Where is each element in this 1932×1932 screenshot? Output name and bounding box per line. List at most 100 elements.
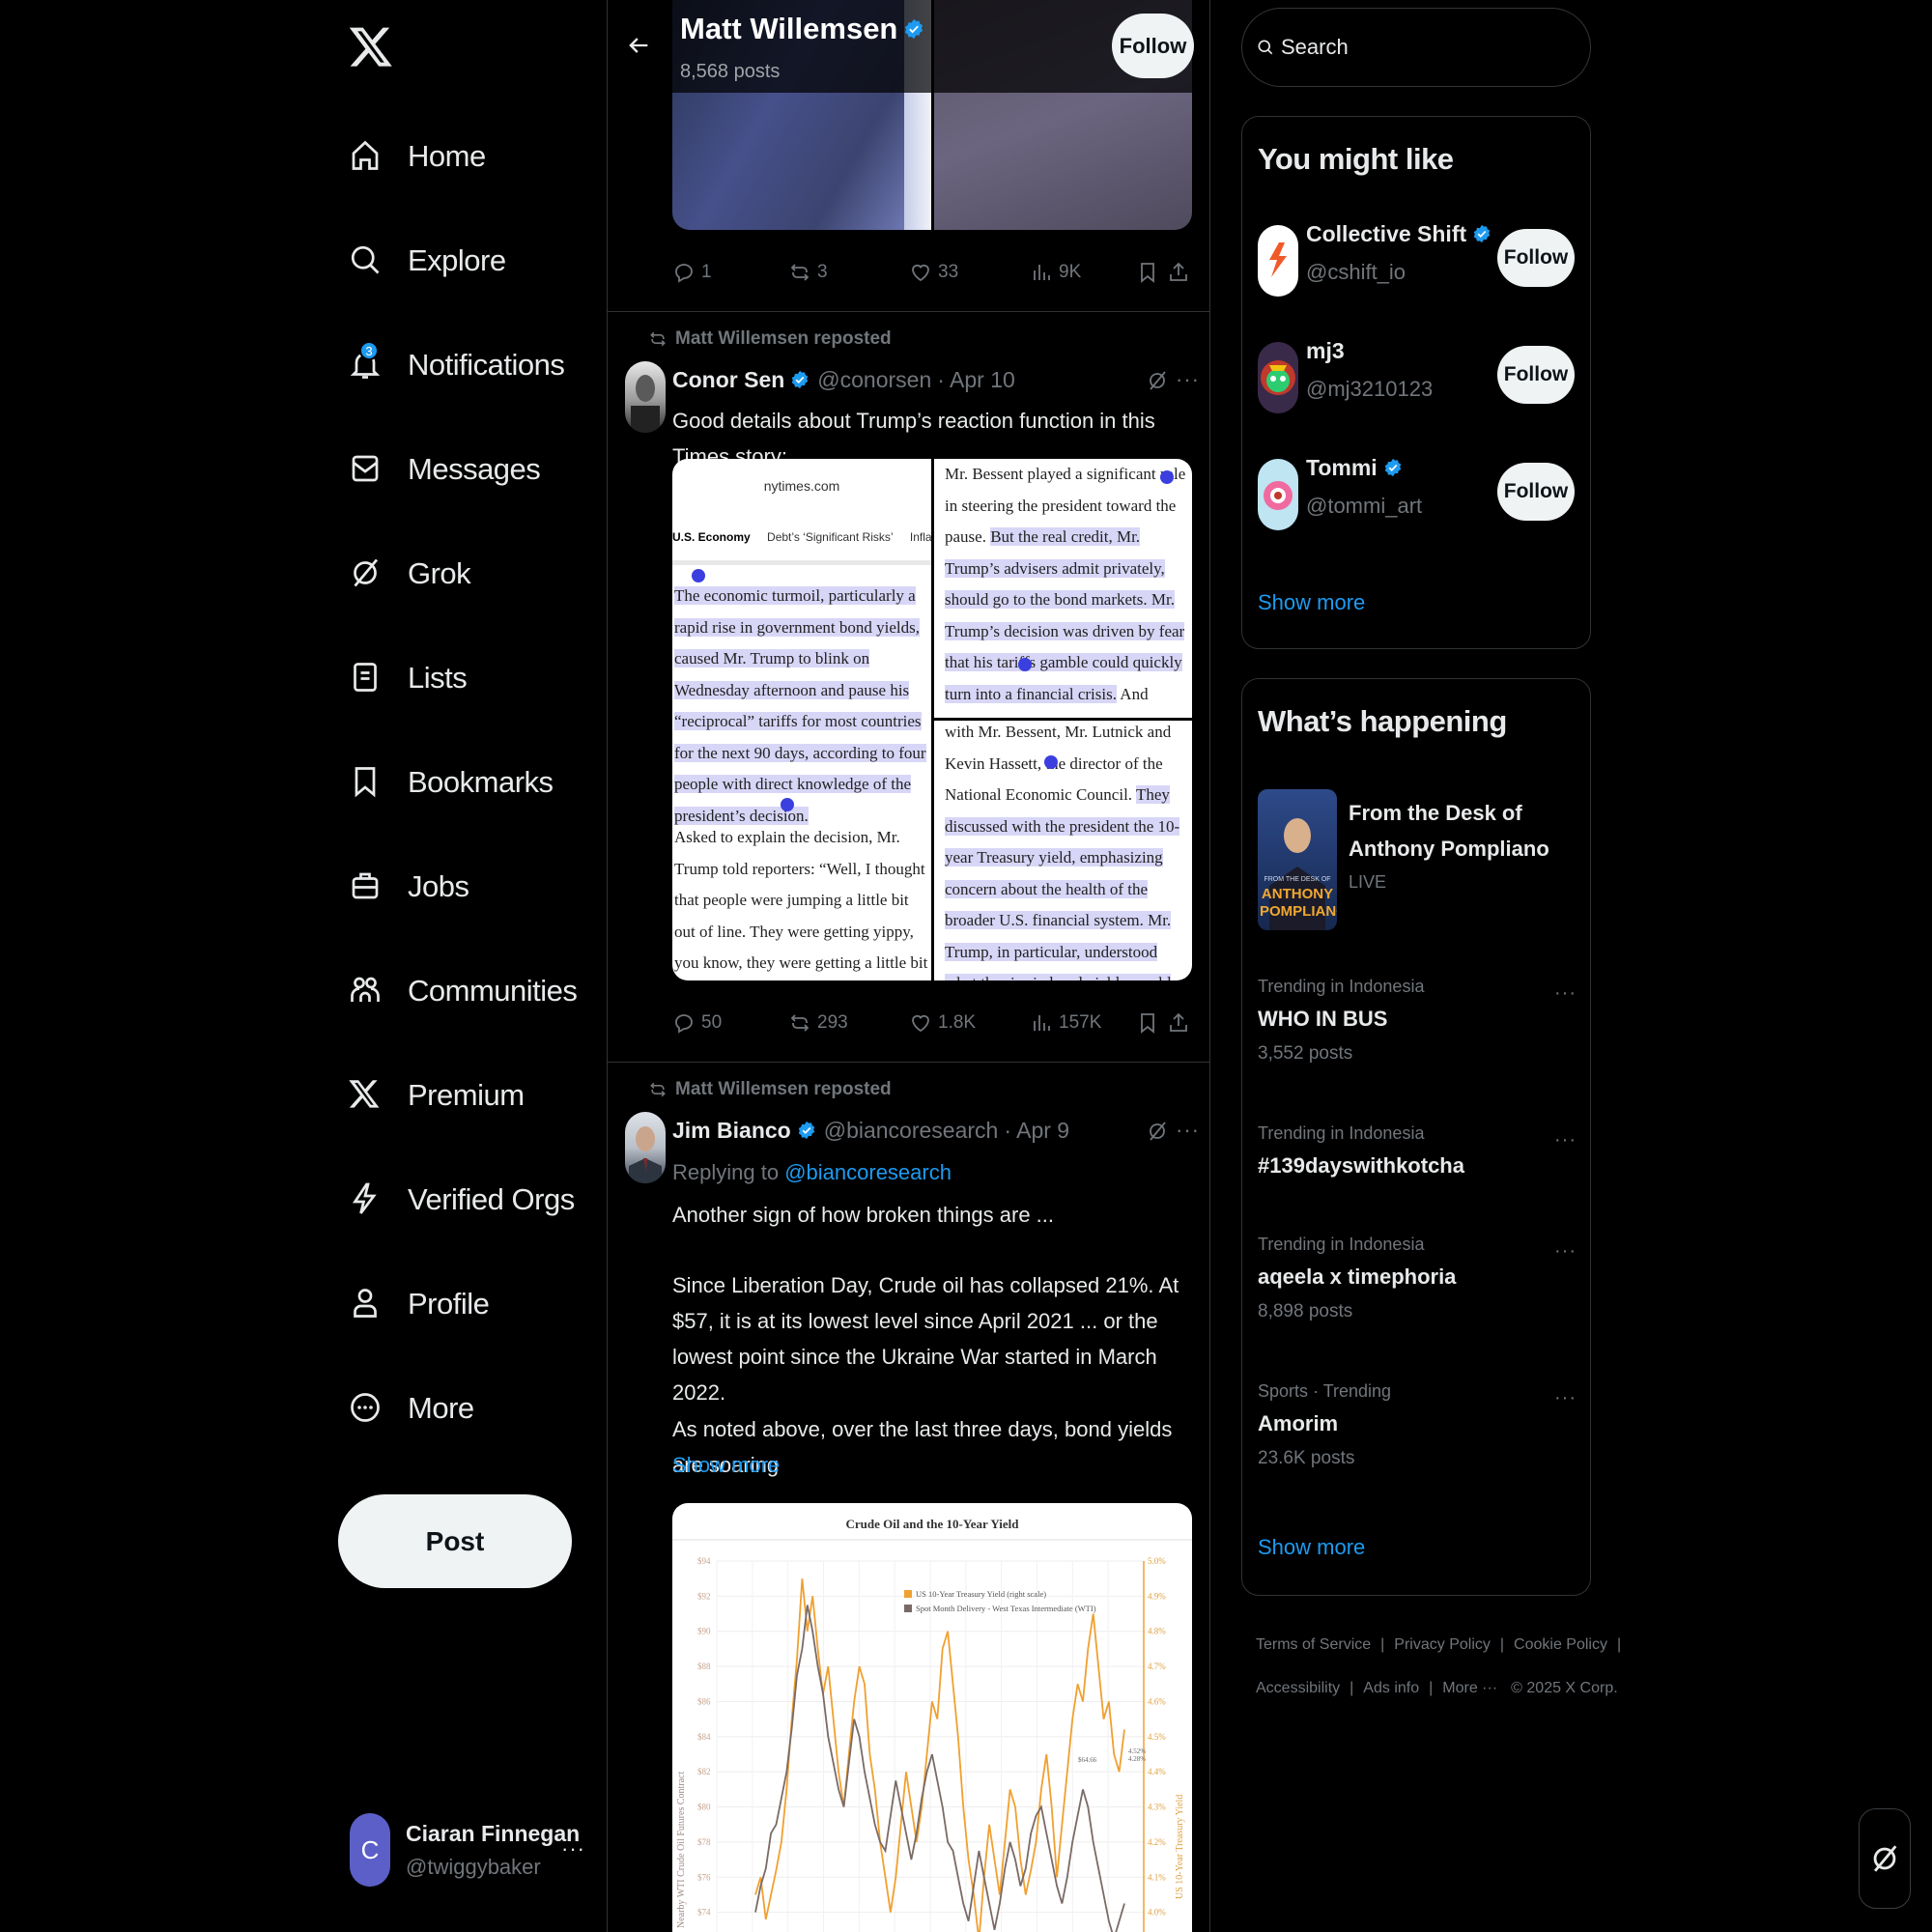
like-button[interactable]: 33: [909, 261, 958, 284]
footer-links: Accessibility | Ads info | More ··· © 2025 X …: [1256, 1680, 1618, 1697]
legend-label: US 10-Year Treasury Yield (right scale): [916, 1589, 1046, 1599]
panel-title: You might like: [1258, 142, 1454, 176]
live-event[interactable]: FROM THE DESK OF ANTHONY POMPLIANO From …: [1258, 789, 1577, 932]
bookmark-button[interactable]: [1136, 261, 1165, 284]
author-name[interactable]: Jim Bianco: [672, 1118, 791, 1144]
nav-lists[interactable]: Lists: [338, 644, 609, 712]
nav-jobs[interactable]: Jobs: [338, 853, 609, 921]
nav-home[interactable]: Home: [338, 123, 609, 190]
back-arrow-icon[interactable]: [625, 32, 654, 61]
avatar[interactable]: [625, 1112, 666, 1183]
more-dots-icon[interactable]: ···: [1554, 1387, 1577, 1409]
chart-annotations: 4.52% $64.66 4.28%: [1078, 1747, 1146, 1764]
tweet-date[interactable]: · Apr 10: [937, 367, 1015, 393]
nav-explore[interactable]: Explore: [338, 227, 609, 295]
author-handle[interactable]: @biancoresearch: [824, 1118, 999, 1144]
footer-link[interactable]: More ···: [1442, 1680, 1497, 1696]
nav-label: Explore: [408, 243, 506, 277]
trend-item[interactable]: Trending in Indonesia WHO IN BUS 3,552 p…: [1258, 977, 1577, 1065]
account-switcher[interactable]: C Ciaran Finnegan @twiggybaker ···: [350, 1813, 591, 1887]
suggested-user[interactable]: Collective Shift @cshift_io Follow: [1258, 221, 1577, 298]
nav-grok[interactable]: Grok: [338, 540, 609, 608]
live-thumbnail: FROM THE DESK OF ANTHONY POMPLIANO: [1258, 789, 1337, 930]
follow-button[interactable]: Follow: [1112, 14, 1194, 78]
article-tab-underline: [672, 560, 931, 565]
more-dots-icon[interactable]: ···: [1554, 982, 1577, 1005]
show-more-link[interactable]: Show more: [1258, 590, 1365, 615]
share-button[interactable]: [1167, 1011, 1196, 1035]
live-thumbnail-caption: FROM THE DESK OF: [1264, 876, 1331, 883]
footer-link[interactable]: Accessibility: [1256, 1680, 1340, 1696]
nav-premium[interactable]: Premium: [338, 1062, 609, 1129]
repost-indicator[interactable]: Matt Willemsen reposted: [648, 328, 892, 350]
reply-count: 1: [701, 262, 712, 282]
user-name-text: Tommi: [1306, 455, 1378, 480]
show-more-link[interactable]: Show more: [672, 1447, 1199, 1483]
tweet-text: Since Liberation Day, Crude oil has coll…: [672, 1273, 1179, 1405]
nav-more[interactable]: More: [338, 1375, 609, 1442]
nav-communities[interactable]: Communities: [338, 957, 609, 1025]
nav-verified-orgs[interactable]: Verified Orgs: [338, 1166, 609, 1234]
tweet-image[interactable]: nytimes.com U.S. Economy Debt’s ‘Signifi…: [672, 459, 1192, 980]
share-button[interactable]: [1167, 261, 1196, 284]
post-count: 8,568 posts: [680, 61, 781, 82]
avatar[interactable]: [625, 361, 666, 433]
footer-link[interactable]: Ads info: [1363, 1680, 1419, 1696]
reply-button[interactable]: 1: [672, 261, 712, 284]
tweet-date[interactable]: · Apr 9: [1004, 1118, 1069, 1144]
views-button[interactable]: 157K: [1030, 1011, 1101, 1035]
reply-button[interactable]: 50: [672, 1011, 722, 1035]
suggested-user[interactable]: mj3 @mj3210123 Follow: [1258, 338, 1577, 415]
live-title: From the Desk of Anthony Pompliano: [1349, 801, 1549, 861]
footer-link[interactable]: Privacy Policy: [1394, 1636, 1491, 1653]
more-dots-icon[interactable]: ···: [1176, 1118, 1200, 1143]
footer-link[interactable]: Terms of Service: [1256, 1636, 1371, 1653]
user-name-text: Collective Shift: [1306, 221, 1467, 246]
nav-profile[interactable]: Profile: [338, 1270, 609, 1338]
follow-button[interactable]: Follow: [1497, 346, 1575, 404]
author-handle[interactable]: @conorsen: [817, 367, 931, 393]
search-icon: [348, 242, 384, 279]
trend-item[interactable]: Trending in Indonesia aqeela x timephori…: [1258, 1235, 1577, 1322]
author-name[interactable]: Conor Sen: [672, 367, 784, 393]
nav-label: Communities: [408, 974, 578, 1008]
more-dots-icon[interactable]: ···: [1176, 367, 1200, 392]
follow-button[interactable]: Follow: [1497, 463, 1575, 521]
trend-item[interactable]: Sports · Trending Amorim 23.6K posts ···: [1258, 1381, 1577, 1469]
suggested-user[interactable]: Tommi @tommi_art Follow: [1258, 455, 1577, 532]
repost-indicator[interactable]: Matt Willemsen reposted: [648, 1079, 892, 1100]
legend-swatch: [904, 1590, 912, 1598]
search-input[interactable]: [1281, 35, 1571, 60]
views-button[interactable]: 9K: [1030, 261, 1081, 284]
grok-icon[interactable]: [1146, 369, 1169, 392]
trend-item[interactable]: Trending in Indonesia #139dayswithkotcha…: [1258, 1123, 1577, 1179]
repost-button[interactable]: 293: [788, 1011, 848, 1035]
article-paragraph: Asked to explain the decision, Mr. Trump…: [674, 828, 928, 972]
bookmark-button[interactable]: [1136, 1011, 1165, 1035]
more-dots-icon[interactable]: ···: [1554, 1129, 1577, 1151]
show-more-link[interactable]: Show more: [1258, 1535, 1365, 1560]
tweet-image[interactable]: Crude Oil and the 10-Year Yield $94 5.0% $…: [672, 1503, 1192, 1932]
divider: [608, 1062, 1209, 1063]
footer-link[interactable]: Cookie Policy: [1514, 1636, 1607, 1653]
follow-button[interactable]: Follow: [1497, 229, 1575, 287]
nav-messages[interactable]: Messages: [338, 436, 609, 503]
nav-bookmarks[interactable]: Bookmarks: [338, 749, 609, 816]
repost-icon: [790, 1014, 810, 1032]
grok-chat-button[interactable]: [1859, 1808, 1911, 1909]
verified-badge-icon: [790, 370, 811, 391]
user-handle: @cshift_io: [1306, 260, 1406, 284]
verified-badge-icon: [903, 18, 924, 40]
y-tick-right: 4.1%: [1148, 1872, 1166, 1882]
x-logo-icon[interactable]: [348, 23, 398, 73]
more-dots-icon[interactable]: ···: [1554, 1240, 1577, 1263]
mention-link[interactable]: @biancoresearch: [784, 1160, 952, 1184]
grok-icon[interactable]: [1146, 1120, 1169, 1143]
post-button[interactable]: Post: [338, 1494, 572, 1588]
more-dots-icon[interactable]: ···: [561, 1836, 585, 1861]
nav-notifications[interactable]: 3 Notifications: [338, 331, 609, 399]
like-button[interactable]: 1.8K: [909, 1011, 976, 1035]
repost-button[interactable]: 3: [788, 261, 828, 284]
article-url: nytimes.com: [763, 478, 840, 494]
search-box[interactable]: [1241, 8, 1591, 87]
